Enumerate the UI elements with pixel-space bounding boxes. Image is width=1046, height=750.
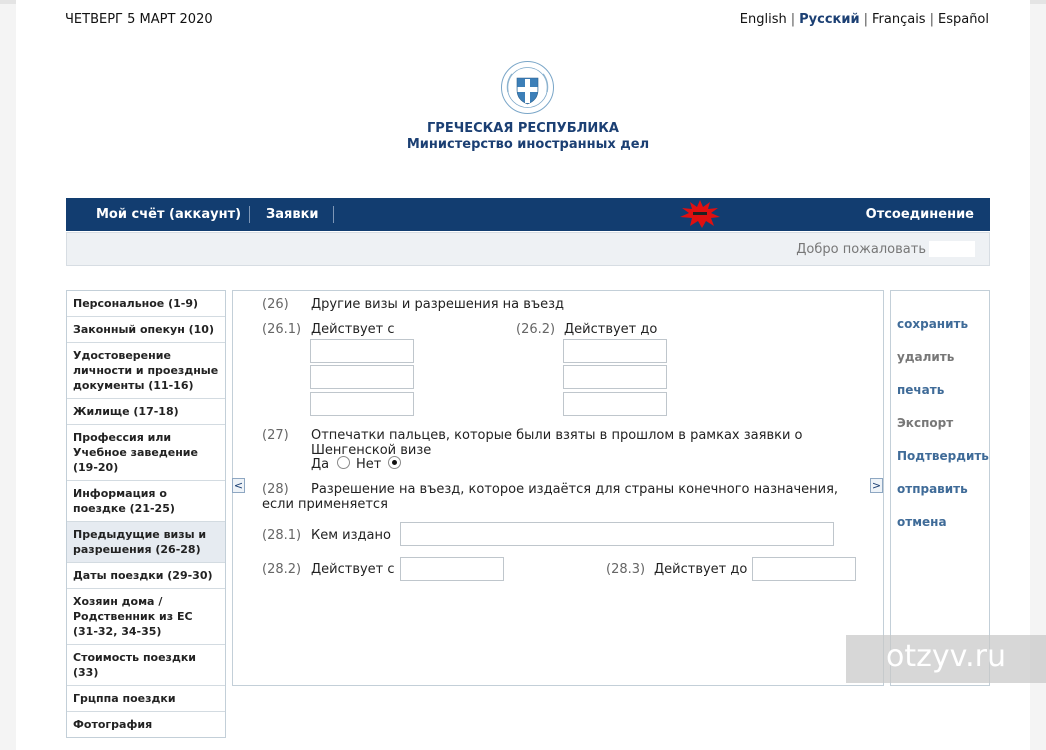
export-button[interactable]: Экспорт — [897, 416, 953, 430]
sidebar-item-trip-cost[interactable]: Стоимость поездки (33) — [67, 645, 225, 686]
valid-to-field-2[interactable] — [563, 365, 667, 389]
current-date: ЧЕТВЕРГ 5 МАРТ 2020 — [65, 12, 213, 27]
form-panel: (26) Другие визы и разрешения на въезд (… — [232, 290, 884, 686]
q28-3-number: (28.3) — [606, 562, 646, 577]
section-sidebar: Персональное (1-9) Законный опекун (10) … — [66, 290, 226, 738]
print-button[interactable]: печать — [897, 383, 944, 397]
sidebar-item-id-documents[interactable]: Удостоверение личности и проездные докум… — [67, 343, 225, 399]
greek-emblem-icon — [501, 61, 554, 114]
sidebar-item-personal[interactable]: Персональное (1-9) — [67, 291, 225, 317]
sidebar-item-trip-dates[interactable]: Даты поездки (29-30) — [67, 563, 225, 589]
q26-2-number: (26.2) — [516, 322, 556, 337]
cancel-button[interactable]: отмена — [897, 515, 947, 529]
new-starburst-icon — [680, 200, 720, 228]
issued-by-field[interactable] — [400, 522, 834, 546]
welcome-bar: Добро пожаловать — [66, 232, 990, 266]
sidebar-item-photo[interactable]: Фотография — [67, 712, 225, 737]
q28-1-label: Кем издано — [311, 528, 391, 543]
nav-logout-link[interactable]: Отсоединение — [866, 207, 974, 222]
q28-2-number: (28.2) — [262, 562, 302, 577]
fingerprints-yes-radio[interactable] — [337, 456, 350, 469]
valid-to-field-1[interactable] — [563, 339, 667, 363]
main-navbar: Мой счёт (аккаунт) Заявки Отсоединение — [66, 198, 990, 231]
q28-3-label: Действует до — [654, 562, 748, 577]
language-switcher: English | Русский | Français | Español — [740, 12, 989, 27]
next-page-button[interactable]: > — [870, 478, 883, 493]
q26-number: (26) — [262, 297, 289, 312]
q26-1-number: (26.1) — [262, 322, 302, 337]
actions-panel: сохранить удалить печать Экспорт Подтвер… — [890, 290, 990, 686]
nav-divider — [249, 206, 250, 223]
username-redacted — [929, 241, 975, 257]
welcome-text: Добро пожаловать — [796, 242, 926, 257]
sidebar-item-residence[interactable]: Жилище (17-18) — [67, 399, 225, 425]
fingerprints-yes-label: Да — [311, 457, 330, 472]
q27-label: Отпечатки пальцев, которые были взяты в … — [311, 428, 803, 458]
submit-button[interactable]: отправить — [897, 482, 968, 496]
lang-english[interactable]: English — [740, 12, 787, 27]
sidebar-item-previous-visas[interactable]: Предыдущие визы и разрешения (26-28) — [67, 522, 225, 563]
lang-separator: | — [929, 12, 934, 27]
q27-number: (27) — [262, 428, 289, 443]
previous-page-button[interactable]: < — [232, 478, 245, 493]
lang-spanish[interactable]: Español — [938, 12, 989, 27]
q28-2-label: Действует с — [311, 562, 395, 577]
sidebar-item-trip-info[interactable]: Информация о поездке (21-25) — [67, 481, 225, 522]
q26-2-label: Действует до — [564, 322, 658, 337]
nav-account-link[interactable]: Мой счёт (аккаунт) — [96, 207, 241, 222]
sidebar-item-guardian[interactable]: Законный опекун (10) — [67, 317, 225, 343]
sidebar-item-host[interactable]: Хозяин дома / Родственник из ЕС (31-32, … — [67, 589, 225, 645]
q28-label: Разрешение на въезд, которое издаётся дл… — [262, 482, 839, 512]
q28-1-number: (28.1) — [262, 528, 302, 543]
valid-from-field-1[interactable] — [310, 339, 414, 363]
lang-separator: | — [863, 12, 868, 27]
sidebar-item-occupation[interactable]: Профессия или Учебное заведение (19-20) — [67, 425, 225, 481]
nav-applications-link[interactable]: Заявки — [266, 207, 319, 222]
nav-divider — [333, 206, 334, 223]
confirm-button[interactable]: Подтвердить — [897, 449, 989, 463]
valid-from-field-3[interactable] — [310, 392, 414, 416]
ministry-title: Министерство иностранных дел — [406, 137, 650, 152]
q26-1-label: Действует с — [311, 322, 395, 337]
lang-separator: | — [790, 12, 796, 27]
republic-title: ГРЕЧЕСКАЯ РЕСПУБЛИКА — [427, 121, 619, 136]
permit-valid-to-field[interactable] — [752, 557, 856, 581]
valid-from-field-2[interactable] — [310, 365, 414, 389]
delete-button[interactable]: удалить — [897, 350, 954, 364]
valid-to-field-3[interactable] — [563, 392, 667, 416]
fingerprints-no-label: Нет — [356, 457, 382, 472]
watermark: otzyv.ru — [846, 635, 1046, 683]
permit-valid-from-field[interactable] — [400, 557, 504, 581]
sidebar-item-group[interactable]: Грцппа поездки — [67, 686, 225, 712]
lang-russian[interactable]: Русский — [799, 12, 859, 27]
save-button[interactable]: сохранить — [897, 317, 968, 331]
lang-french[interactable]: Français — [872, 12, 926, 27]
q26-label: Другие визы и разрешения на въезд — [311, 297, 565, 312]
fingerprints-no-radio[interactable] — [388, 456, 401, 469]
